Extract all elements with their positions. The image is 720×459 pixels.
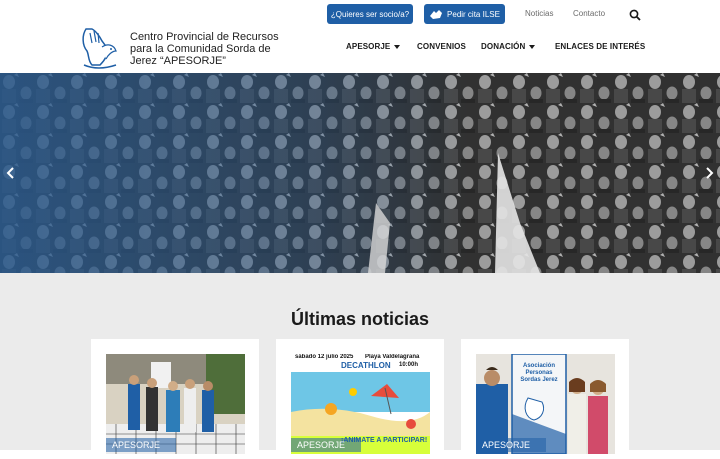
- nav-convenios[interactable]: CONVENIOS: [417, 42, 466, 51]
- sign-language-hand-icon: [429, 9, 443, 20]
- poster-date: sábado 12 julio 2025: [295, 354, 354, 360]
- nav-label: APESORJE: [346, 42, 391, 51]
- poster-time: 10:00h: [399, 362, 419, 368]
- nav-apesorje[interactable]: APESORJE: [346, 42, 401, 51]
- nav-donacion[interactable]: DONACIÓN: [481, 42, 536, 51]
- contact-link[interactable]: Contacto: [573, 9, 605, 18]
- hand-bird-logo-icon[interactable]: [78, 25, 120, 71]
- section-title: Últimas noticias: [290, 309, 430, 329]
- banner-text: Asociación Personas Sordas Jerez: [520, 363, 558, 383]
- nav-enlaces[interactable]: ENLACES DE INTERÉS: [555, 42, 645, 51]
- brand-line: Jerez “APESORJE”: [130, 55, 226, 67]
- chevron-down-icon: [529, 44, 536, 49]
- brand-line: Centro Provincial de Recursos: [130, 31, 279, 43]
- chevron-left-icon[interactable]: [6, 166, 16, 180]
- news-card[interactable]: Asociación Personas Sordas Jerez APESORJ…: [461, 339, 629, 459]
- request-appointment-label: Pedir cita ILSE: [447, 9, 500, 19]
- brand-line: para la Comunidad Sorda de: [130, 43, 271, 55]
- hero-crowd-image: [0, 73, 720, 273]
- nav-label: ENLACES DE INTERÉS: [555, 42, 646, 51]
- news-card[interactable]: sábado 12 julio 2025 Playa Valdelagrana …: [276, 339, 444, 459]
- request-appointment-button[interactable]: Pedir cita ILSE: [424, 4, 505, 24]
- poster-place: Playa Valdelagrana: [365, 354, 420, 360]
- chevron-right-icon[interactable]: [704, 166, 714, 180]
- nav-label: DONACIÓN: [481, 42, 526, 51]
- search-icon[interactable]: [629, 8, 641, 21]
- news-link[interactable]: Noticias: [525, 9, 553, 18]
- news-card[interactable]: APESORJE: [91, 339, 259, 459]
- poster-brand: DECATHLON: [341, 361, 391, 370]
- become-member-button[interactable]: ¿Quieres ser socio/a?: [327, 4, 413, 24]
- site-header: Centro Provincial de Recursos para la Co…: [0, 0, 720, 73]
- nav-label: CONVENIOS: [417, 42, 466, 51]
- become-member-label: ¿Quieres ser socio/a?: [330, 9, 410, 19]
- chevron-down-icon: [394, 44, 401, 49]
- brand-title[interactable]: Centro Provincial de Recursos para la Co…: [130, 31, 300, 67]
- hero-slider[interactable]: [0, 73, 720, 273]
